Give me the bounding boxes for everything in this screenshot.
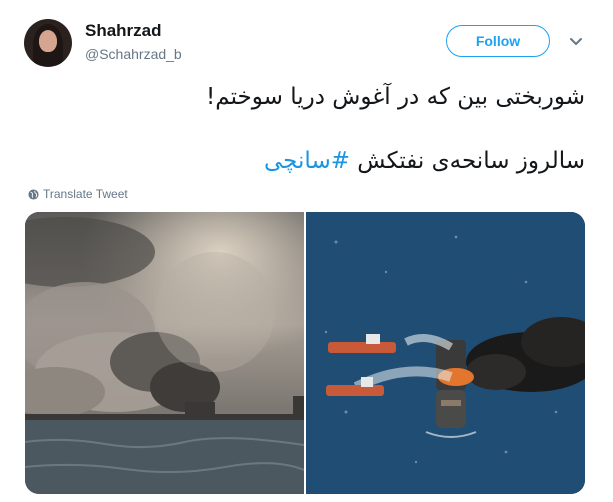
tanker-smoke-photo[interactable] [25,212,304,494]
aerial-scene-illustration [306,212,585,494]
tweet-text-plain: سالروز سانحه‌ی نفتکش [350,148,585,174]
hashtag-link[interactable]: #سانچی [264,148,350,174]
caret-down-icon[interactable] [569,37,583,47]
follow-button[interactable]: Follow [446,25,550,57]
media-grid [25,212,585,494]
tweet-card: Shahrzad @Schahrzad_b Follow شوربختی بین… [0,0,613,502]
tweet-text-line-1: شوربختی بین که در آغوش دریا سوختم! [206,84,585,110]
display-name[interactable]: Shahrzad [85,21,162,41]
avatar[interactable] [24,19,72,67]
translate-label: Translate Tweet [43,187,128,201]
translate-tweet-link[interactable]: Translate Tweet [28,187,128,201]
tweet-text-line-2: سالروز سانحه‌ی نفتکش #سانچی [264,148,585,174]
smoke-scene-illustration [25,212,304,494]
user-handle[interactable]: @Schahrzad_b [85,46,182,62]
aerial-fire-photo[interactable] [306,212,585,494]
globe-icon [28,188,39,200]
avatar-face [39,30,57,52]
